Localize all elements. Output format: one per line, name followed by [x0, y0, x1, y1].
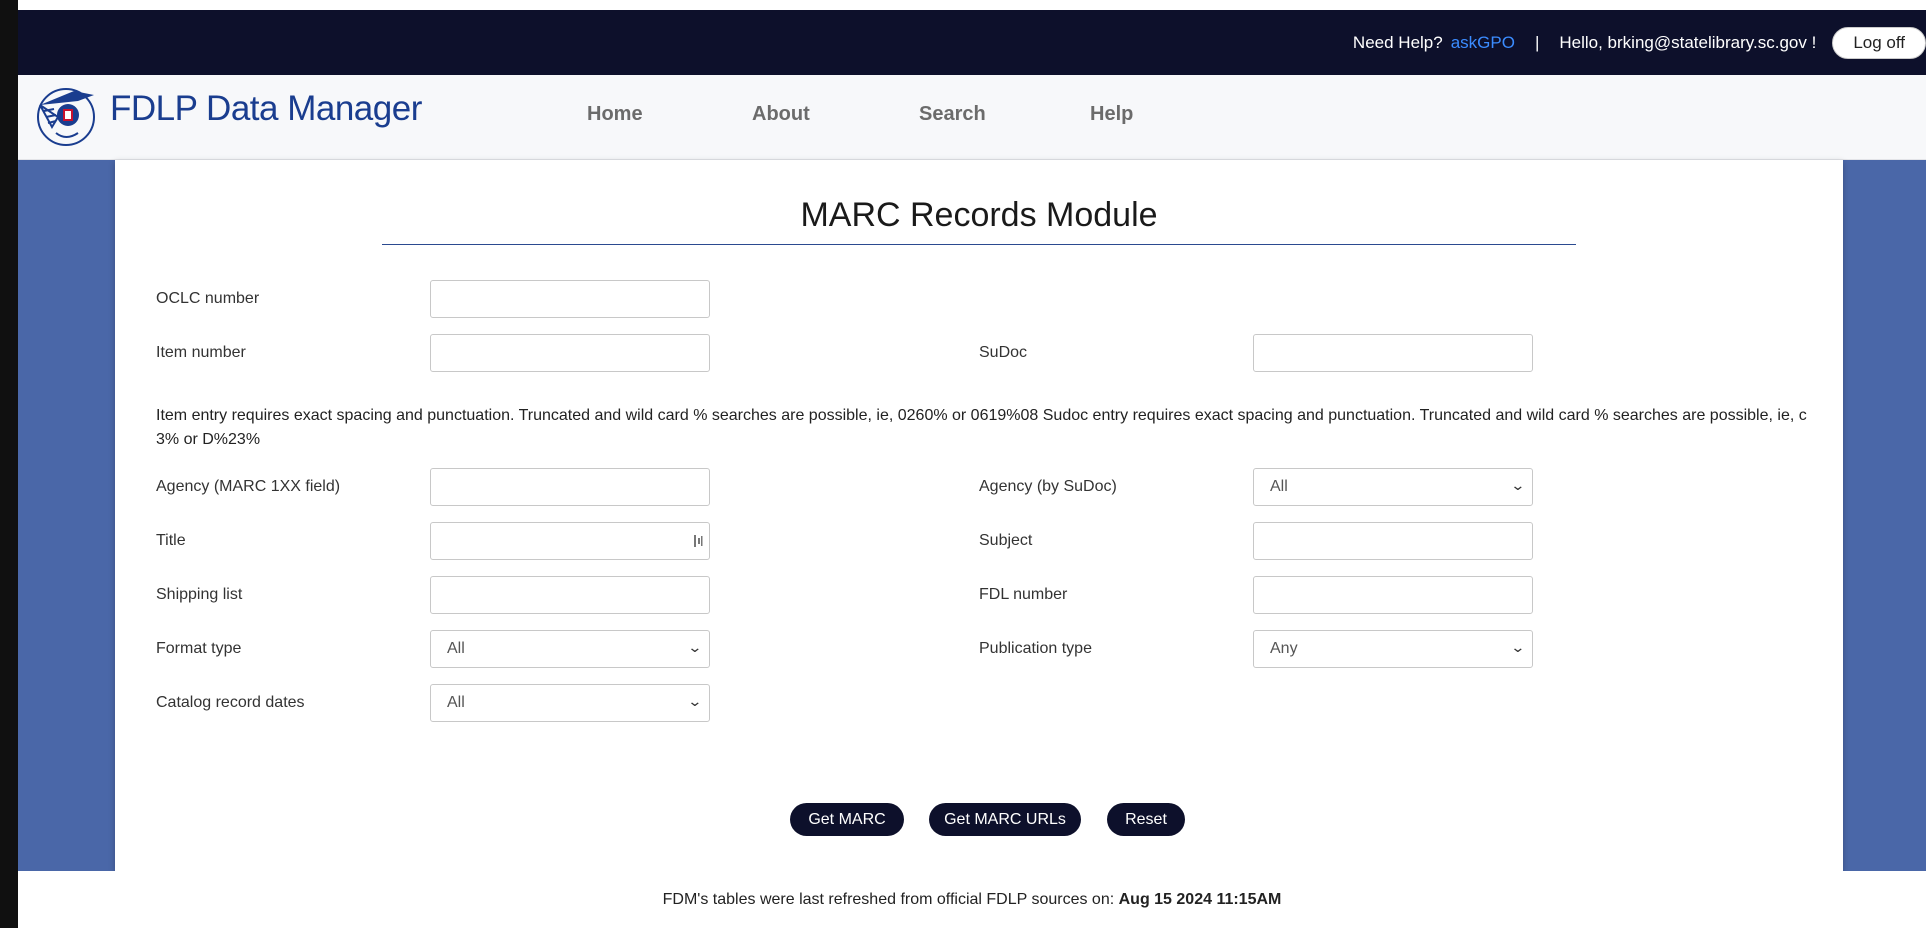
title-divider [382, 244, 1576, 245]
sudoc-label: SuDoc [979, 344, 1028, 361]
agency-marc-label: Agency (MARC 1XX field) [156, 478, 341, 495]
main-navbar: FDLP Data Manager Home About Search Help [18, 75, 1926, 160]
catalog-dates-select[interactable]: All ⌄ [430, 684, 710, 722]
oclc-label: OCLC number [156, 290, 260, 307]
chevron-down-icon: ⌄ [687, 693, 703, 709]
agency-marc-input[interactable] [430, 468, 710, 506]
window-frame [0, 0, 18, 928]
chevron-down-icon: ⌄ [1510, 477, 1526, 493]
format-type-label: Format type [156, 640, 242, 657]
nav-about[interactable]: About [752, 103, 810, 126]
subject-input[interactable] [1253, 522, 1533, 560]
oclc-input[interactable] [430, 280, 710, 318]
publication-type-label: Publication type [979, 640, 1092, 657]
reset-button[interactable]: Reset [1107, 803, 1185, 836]
fdl-number-input[interactable] [1253, 576, 1533, 614]
user-greeting: Hello, brking@statelibrary.sc.gov ! [1559, 32, 1817, 52]
item-number-label: Item number [156, 344, 246, 361]
publication-type-select[interactable]: Any ⌄ [1253, 630, 1533, 668]
window-top-strip [18, 0, 1926, 10]
subject-label: Subject [979, 532, 1033, 549]
title-input[interactable] [430, 522, 710, 560]
agency-sudoc-value: All [1270, 478, 1288, 495]
footer: FDM's tables were last refreshed from of… [18, 871, 1926, 928]
catalog-dates-label: Catalog record dates [156, 694, 305, 711]
title-label: Title [156, 532, 186, 549]
get-marc-button[interactable]: Get MARC [790, 803, 904, 836]
publication-type-value: Any [1270, 640, 1298, 657]
log-off-button[interactable]: Log off [1832, 26, 1926, 59]
refresh-note: FDM's tables were last refreshed from of… [662, 891, 1119, 908]
item-number-input[interactable] [430, 334, 710, 372]
agency-sudoc-select[interactable]: All ⌄ [1253, 468, 1533, 506]
nav-search[interactable]: Search [919, 103, 986, 126]
format-type-value: All [447, 640, 465, 657]
top-bar: Need Help? askGPO | Hello, brking@statel… [18, 10, 1926, 75]
search-instructions: Item entry requires exact spacing and pu… [156, 407, 1807, 448]
chevron-down-icon: ⌄ [687, 639, 703, 655]
page-title: MARC Records Module [800, 196, 1158, 234]
nav-home[interactable]: Home [587, 103, 643, 126]
fdl-number-label: FDL number [979, 586, 1068, 603]
chevron-down-icon: ⌄ [1510, 639, 1526, 655]
marc-form-card: MARC Records Module OCLC number Item num… [115, 160, 1843, 871]
get-marc-urls-button[interactable]: Get MARC URLs [929, 803, 1081, 836]
need-help-label: Need Help? [1352, 32, 1443, 52]
shipping-list-label: Shipping list [156, 586, 243, 603]
sudoc-input[interactable] [1253, 334, 1533, 372]
refresh-date: Aug 15 2024 11:15AM [1118, 891, 1282, 908]
brand-name[interactable]: FDLP Data Manager [110, 89, 422, 129]
nav-help[interactable]: Help [1090, 103, 1133, 126]
autofill-icon [694, 535, 703, 547]
format-type-select[interactable]: All ⌄ [430, 630, 710, 668]
catalog-dates-value: All [447, 694, 465, 711]
shipping-list-input[interactable] [430, 576, 710, 614]
askgpo-link[interactable]: askGPO [1451, 33, 1515, 53]
gpo-eagle-logo-icon[interactable] [34, 87, 98, 147]
separator: | [1534, 32, 1540, 52]
agency-sudoc-label: Agency (by SuDoc) [979, 478, 1117, 495]
